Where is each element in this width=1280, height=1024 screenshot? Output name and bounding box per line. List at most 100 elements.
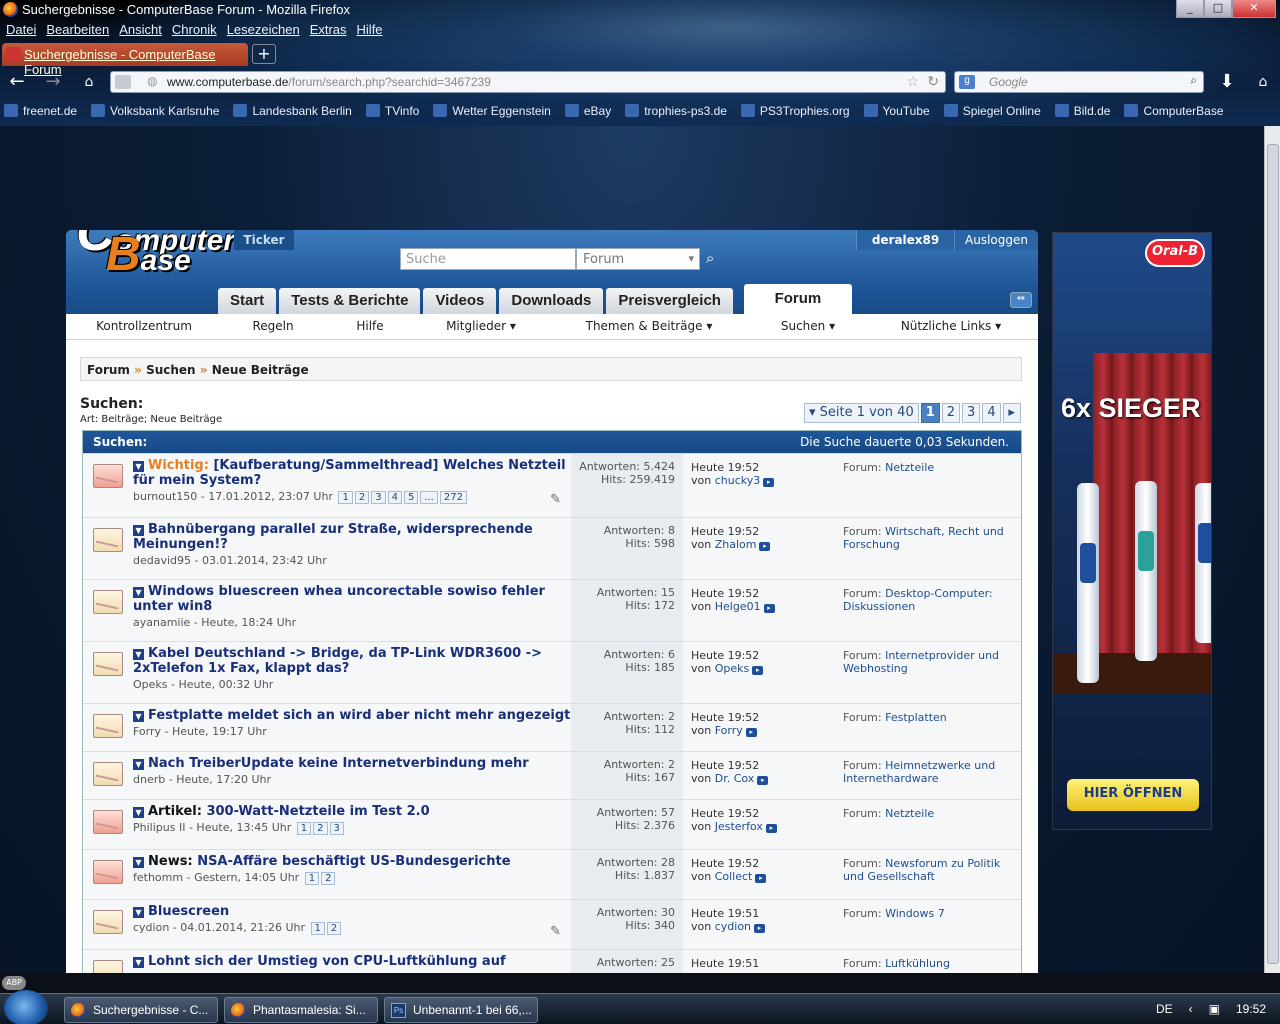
- ticker-link[interactable]: Ticker: [234, 230, 294, 250]
- thread-page-link[interactable]: 1: [338, 491, 353, 504]
- tab-start[interactable]: Start: [218, 288, 277, 314]
- home-icon[interactable]: ⌂: [78, 71, 100, 93]
- tab-downloads[interactable]: Downloads: [499, 288, 604, 314]
- search-icon[interactable]: ⌕: [706, 249, 714, 267]
- adblock-icon[interactable]: ABP: [2, 976, 26, 990]
- menu-view[interactable]: Ansicht: [119, 22, 162, 37]
- tab-tests[interactable]: Tests & Berichte: [279, 288, 421, 314]
- last-post-user[interactable]: chucky3: [715, 474, 761, 487]
- first-unread-icon[interactable]: ▼: [133, 807, 144, 818]
- thread-title-text[interactable]: 300-Watt-Netzteile im Test 2.0: [206, 804, 429, 819]
- goto-last-post-icon[interactable]: ▸: [763, 604, 775, 613]
- clock[interactable]: 19:52: [1236, 1002, 1266, 1016]
- page-3[interactable]: 3: [962, 403, 981, 423]
- thread-title-text[interactable]: Windows bluescreen whea uncorectable sow…: [133, 584, 545, 614]
- goto-last-post-icon[interactable]: ▸: [765, 824, 777, 833]
- bookmark-spiegel[interactable]: Spiegel Online: [944, 104, 1041, 118]
- page-1[interactable]: 1: [920, 403, 940, 423]
- forum-search-input[interactable]: Suche: [400, 248, 576, 270]
- browser-tab-active[interactable]: Suchergebnisse - ComputerBase Forum: [2, 43, 248, 77]
- network-icon[interactable]: ▣: [1209, 1002, 1220, 1016]
- first-unread-icon[interactable]: ▼: [133, 525, 144, 536]
- thread-author[interactable]: dnerb: [133, 773, 165, 786]
- thread-author[interactable]: Philipus II: [133, 821, 185, 834]
- thread-title[interactable]: ▼ News: NSA-Affäre beschäftigt US-Bundesg…: [133, 854, 571, 869]
- thread-page-link[interactable]: 1: [296, 822, 312, 835]
- thread-page-link[interactable]: 2: [354, 491, 370, 504]
- expand-icon[interactable]: ⇔: [1010, 292, 1032, 308]
- first-unread-icon[interactable]: ▼: [133, 461, 144, 472]
- thread-title[interactable]: ▼ Lohnt sich der Umstieg von CPU-Luftkühl…: [133, 954, 571, 969]
- goto-last-post-icon[interactable]: ▸: [763, 478, 775, 487]
- menu-bookmarks[interactable]: Lesezeichen: [227, 22, 300, 37]
- subnav-themen[interactable]: Themen & Beiträge ▾: [546, 314, 752, 339]
- thread-author[interactable]: fethomm: [133, 871, 183, 884]
- last-post-user[interactable]: Forry: [715, 724, 743, 737]
- first-unread-icon[interactable]: ▼: [133, 907, 144, 918]
- bookmark-tvinfo[interactable]: TVinfo: [366, 104, 419, 118]
- bookmark-volksbank[interactable]: Volksbank Karlsruhe: [91, 104, 219, 118]
- goto-last-post-icon[interactable]: ▸: [752, 666, 764, 675]
- thread-page-link[interactable]: 5: [403, 491, 419, 504]
- subnav-regeln[interactable]: Regeln: [222, 314, 324, 339]
- goto-last-post-icon[interactable]: ▸: [755, 874, 767, 883]
- thread-title[interactable]: ▼ Wichtig: [Kaufberatung/Sammelthread] We…: [133, 458, 571, 488]
- subnav-mitglieder[interactable]: Mitglieder ▾: [416, 314, 546, 339]
- first-unread-icon[interactable]: ▼: [133, 711, 144, 722]
- last-post-user[interactable]: Collect: [715, 870, 753, 883]
- taskbar-item-photoshop[interactable]: Ps Unbenannt-1 bei 66,...: [384, 997, 538, 1023]
- forum-link[interactable]: Netzteile: [885, 461, 934, 474]
- bookmark-freenet[interactable]: freenet.de: [4, 104, 77, 118]
- advertisement[interactable]: Oral-B 6x SIEGER HIER ÖFFNEN: [1052, 232, 1212, 830]
- last-post-user[interactable]: Jesterfox: [715, 820, 763, 833]
- forum-link[interactable]: Festplatten: [885, 711, 947, 724]
- thread-title[interactable]: ▼ Bluescreen: [133, 904, 571, 919]
- next-page-button[interactable]: ▸: [1002, 403, 1021, 423]
- first-unread-icon[interactable]: ▼: [133, 957, 144, 968]
- page-dropdown[interactable]: ▾ Seite 1 von 40: [804, 403, 919, 423]
- forum-link[interactable]: Netzteile: [885, 807, 934, 820]
- logout-link[interactable]: Ausloggen: [954, 230, 1038, 250]
- menu-history[interactable]: Chronik: [172, 22, 217, 37]
- thread-title-text[interactable]: Kabel Deutschland -> Bridge, da TP-Link …: [133, 646, 542, 676]
- url-bar[interactable]: ◍ www.computerbase.de/forum/search.php?s…: [110, 71, 946, 93]
- thread-author[interactable]: ayanamiie: [133, 616, 190, 629]
- goto-last-post-icon[interactable]: ▸: [759, 542, 771, 551]
- first-unread-icon[interactable]: ▼: [133, 649, 144, 660]
- forum-link[interactable]: Windows 7: [885, 907, 945, 920]
- bookmark-youtube[interactable]: YouTube: [864, 104, 930, 118]
- subnav-nuetzliche-links[interactable]: Nützliche Links ▾: [864, 314, 1038, 339]
- close-button[interactable]: ✕: [1232, 0, 1276, 18]
- thread-page-link[interactable]: 1: [304, 872, 320, 885]
- first-unread-icon[interactable]: ▼: [133, 857, 144, 868]
- menu-file[interactable]: Datei: [6, 22, 36, 37]
- bookmark-trophies[interactable]: trophies-ps3.de: [625, 104, 727, 118]
- first-unread-icon[interactable]: ▼: [133, 587, 144, 598]
- bookmark-bild[interactable]: Bild.de: [1055, 104, 1111, 118]
- taskbar-item-firefox-2[interactable]: Phantasmalesia: Si...: [224, 997, 378, 1023]
- search-icon[interactable]: ⌕: [1190, 73, 1197, 88]
- subnav-hilfe[interactable]: Hilfe: [324, 314, 416, 339]
- computerbase-logo[interactable]: Computer Base: [76, 230, 235, 279]
- thread-title[interactable]: ▼ Festplatte meldet sich an wird aber nic…: [133, 708, 571, 723]
- tab-forum[interactable]: Forum: [743, 284, 852, 314]
- ad-cta-button[interactable]: HIER ÖFFNEN: [1067, 779, 1199, 811]
- thread-title[interactable]: ▼ Artikel: 300-Watt-Netzteile im Test 2.0: [133, 804, 571, 819]
- thread-title[interactable]: ▼ Bahnübergang parallel zur Straße, wider…: [133, 522, 571, 552]
- last-post-user[interactable]: Dr. Cox: [715, 772, 755, 785]
- subnav-kontrollzentrum[interactable]: Kontrollzentrum: [66, 314, 222, 339]
- last-post-user[interactable]: Helge01: [715, 600, 761, 613]
- forward-icon[interactable]: →: [42, 71, 64, 93]
- goto-last-post-icon[interactable]: ▸: [745, 728, 757, 737]
- back-icon[interactable]: ←: [6, 71, 28, 93]
- download-icon[interactable]: ⬇: [1216, 71, 1238, 93]
- thread-title-text[interactable]: Festplatte meldet sich an wird aber nich…: [148, 708, 570, 723]
- last-post-user[interactable]: Opeks: [715, 662, 750, 675]
- thread-author[interactable]: burnout150: [133, 490, 197, 503]
- first-unread-icon[interactable]: ▼: [133, 759, 144, 770]
- thread-page-link[interactable]: 2: [321, 872, 336, 885]
- thread-author[interactable]: Forry: [133, 725, 161, 738]
- menu-tools[interactable]: Extras: [310, 22, 347, 37]
- page-scrollbar[interactable]: [1264, 126, 1280, 973]
- goto-last-post-icon[interactable]: ▸: [757, 776, 769, 785]
